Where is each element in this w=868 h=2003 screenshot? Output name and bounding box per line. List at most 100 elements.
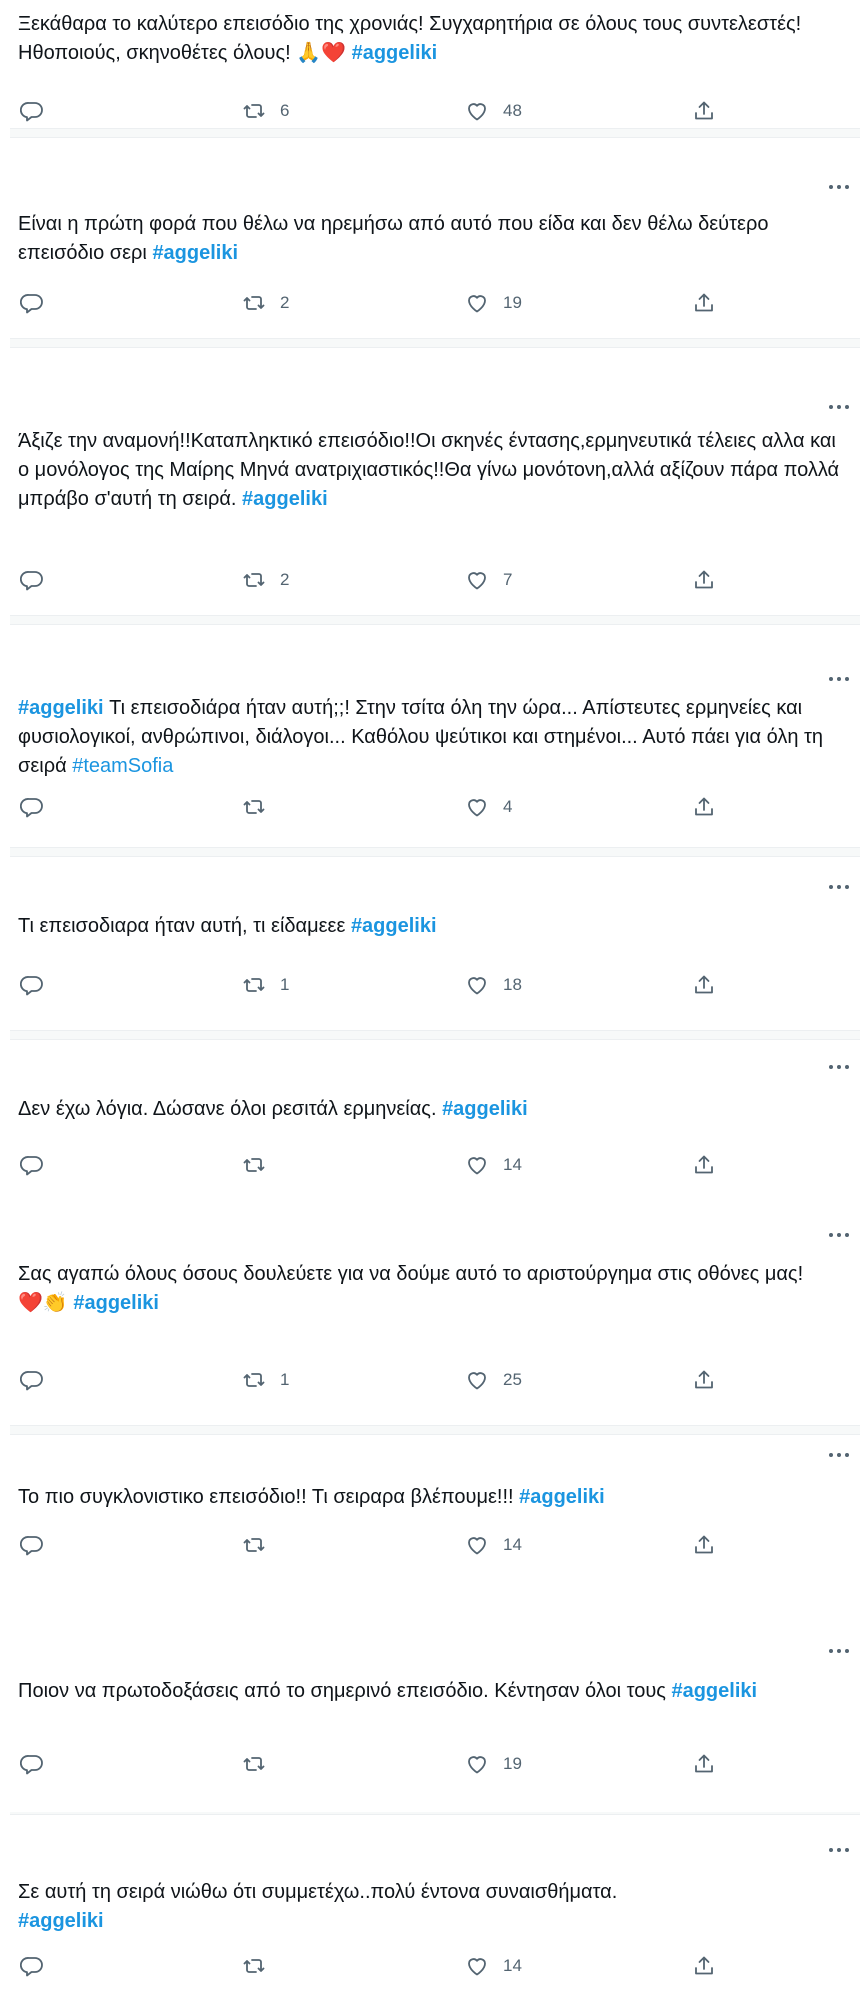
retweet-count: 1 xyxy=(280,975,290,994)
like-count: 25 xyxy=(503,1370,522,1389)
share-button[interactable] xyxy=(692,1530,716,1560)
like-button[interactable]: 14 xyxy=(465,1530,522,1560)
retweet-button[interactable] xyxy=(242,1530,280,1560)
reply-button[interactable] xyxy=(20,288,44,318)
like-button[interactable]: 7 xyxy=(465,565,512,595)
reply-icon xyxy=(20,571,43,591)
heart-icon xyxy=(468,1157,486,1175)
share-button[interactable] xyxy=(692,1951,716,1981)
heart-icon xyxy=(468,1756,486,1774)
share-button[interactable] xyxy=(692,1749,716,1779)
like-count: 4 xyxy=(503,797,513,816)
hashtag-link[interactable]: #aggeliki xyxy=(18,697,104,719)
reply-button[interactable] xyxy=(20,1150,44,1180)
share-button[interactable] xyxy=(692,1150,716,1180)
reply-icon xyxy=(20,1371,43,1391)
heart-icon xyxy=(468,572,486,590)
tweet-card[interactable]: Ποιον να πρωτοδοξάσεις από το σημερινό ε… xyxy=(10,1637,860,1812)
retweet-button[interactable] xyxy=(242,1749,280,1779)
share-button[interactable] xyxy=(692,565,716,595)
share-icon xyxy=(695,1155,713,1174)
more-options-icon[interactable] xyxy=(824,1448,854,1462)
tweet-text-segment: Άξιζε την αναμονή!!Καταπληκτικό επεισόδι… xyxy=(18,430,840,510)
share-button[interactable] xyxy=(692,970,716,1000)
retweet-button[interactable]: 2 xyxy=(242,565,289,595)
retweet-button[interactable] xyxy=(242,792,280,822)
more-options-icon[interactable] xyxy=(824,1060,854,1074)
retweet-button[interactable] xyxy=(242,1150,280,1180)
more-options-icon[interactable] xyxy=(824,1644,854,1658)
like-button[interactable]: 19 xyxy=(465,1749,522,1779)
tweet-card[interactable]: Δεν έχω λόγια. Δώσανε όλοι ρεσιτάλ ερμην… xyxy=(10,1040,860,1210)
retweet-icon xyxy=(243,104,265,118)
share-icon xyxy=(695,797,713,816)
retweet-button[interactable]: 1 xyxy=(242,970,289,1000)
like-button[interactable]: 18 xyxy=(465,970,522,1000)
reply-button[interactable] xyxy=(20,96,44,126)
share-button[interactable] xyxy=(692,288,716,318)
tweet-divider xyxy=(10,1425,860,1435)
retweet-button[interactable] xyxy=(242,1951,280,1981)
heart-icon xyxy=(468,1958,486,1976)
like-button[interactable]: 14 xyxy=(465,1951,522,1981)
reply-button[interactable] xyxy=(20,1951,44,1981)
share-icon xyxy=(695,570,713,589)
more-options-icon[interactable] xyxy=(824,880,854,894)
tweet-text: Τι επεισοδιαρα ήταν αυτή, τι είδαμεεε #a… xyxy=(18,912,848,941)
more-options-icon[interactable] xyxy=(824,400,854,414)
hashtag-link[interactable]: #aggeliki xyxy=(152,242,238,264)
tweet-actions: 6 48 xyxy=(10,96,860,126)
hashtag-link[interactable]: #aggeliki xyxy=(352,42,438,64)
hashtag-link[interactable]: #aggeliki xyxy=(442,1098,528,1120)
hashtag-link[interactable]: #aggeliki xyxy=(242,488,328,510)
share-button[interactable] xyxy=(692,1365,716,1395)
tweet-text-segment: Σας αγαπώ όλους όσους δουλεύετε για να δ… xyxy=(18,1263,804,1285)
retweet-button[interactable]: 2 xyxy=(242,288,289,318)
tweet-divider xyxy=(10,847,860,857)
tweet-card[interactable]: Σε αυτή τη σειρά νιώθω ότι συμμετέχω..πο… xyxy=(10,1815,860,2003)
tweet-card[interactable]: Σας αγαπώ όλους όσους δουλεύετε για να δ… xyxy=(10,1210,860,1425)
tweet-card[interactable]: Άξιζε την αναμονή!!Καταπληκτικό επεισόδι… xyxy=(10,355,860,615)
retweet-icon xyxy=(243,1158,265,1172)
tweet-text: Σε αυτή τη σειρά νιώθω ότι συμμετέχω..πο… xyxy=(18,1878,848,1936)
more-options-icon[interactable] xyxy=(824,180,854,194)
tweet-card[interactable]: Ξεκάθαρα το καλύτερο επεισόδιο της χρονι… xyxy=(10,0,860,128)
hashtag-link[interactable]: #aggeliki xyxy=(671,1680,757,1702)
retweet-button[interactable]: 6 xyxy=(242,96,289,126)
like-button[interactable]: 48 xyxy=(465,96,522,126)
tweet-card[interactable]: Είναι η πρώτη φορά που θέλω να ηρεμήσω α… xyxy=(10,140,860,338)
hashtag-link[interactable]: #aggeliki xyxy=(73,1292,159,1314)
tweet-card[interactable]: Τι επεισοδιαρα ήταν αυτή, τι είδαμεεε #a… xyxy=(10,860,860,1030)
retweet-icon xyxy=(243,296,265,310)
heart-icon xyxy=(468,977,486,995)
more-options-icon[interactable] xyxy=(824,672,854,686)
reply-button[interactable] xyxy=(20,792,44,822)
reply-button[interactable] xyxy=(20,565,44,595)
share-button[interactable] xyxy=(692,96,716,126)
reply-button[interactable] xyxy=(20,1749,44,1779)
tweet-card[interactable]: Το πιο συγκλονιστικο επεισόδιο!! Τι σειρ… xyxy=(10,1435,860,1635)
hashtag-link[interactable]: #aggeliki xyxy=(18,1910,104,1932)
hashtag-link[interactable]: #aggeliki xyxy=(519,1486,605,1508)
retweet-icon xyxy=(243,800,265,814)
retweet-icon xyxy=(243,1538,265,1552)
tweet-text: Είναι η πρώτη φορά που θέλω να ηρεμήσω α… xyxy=(18,210,848,268)
tweet-divider xyxy=(10,128,860,138)
like-button[interactable]: 4 xyxy=(465,792,512,822)
heart-icon xyxy=(468,103,486,121)
reply-button[interactable] xyxy=(20,1365,44,1395)
reply-button[interactable] xyxy=(20,970,44,1000)
more-options-icon[interactable] xyxy=(824,1228,854,1242)
tweet-card[interactable]: #aggeliki Τι επεισοδιάρα ήταν αυτή;;! Στ… xyxy=(10,632,860,847)
more-options-icon[interactable] xyxy=(824,1843,854,1857)
hashtag-link[interactable]: #aggeliki xyxy=(351,915,437,937)
reply-button[interactable] xyxy=(20,1530,44,1560)
retweet-button[interactable]: 1 xyxy=(242,1365,289,1395)
retweet-icon xyxy=(243,1757,265,1771)
like-button[interactable]: 25 xyxy=(465,1365,522,1395)
share-button[interactable] xyxy=(692,792,716,822)
retweet-count: 1 xyxy=(280,1370,290,1389)
hashtag-link[interactable]: #teamSofia xyxy=(72,755,173,777)
like-button[interactable]: 19 xyxy=(465,288,522,318)
like-button[interactable]: 14 xyxy=(465,1150,522,1180)
